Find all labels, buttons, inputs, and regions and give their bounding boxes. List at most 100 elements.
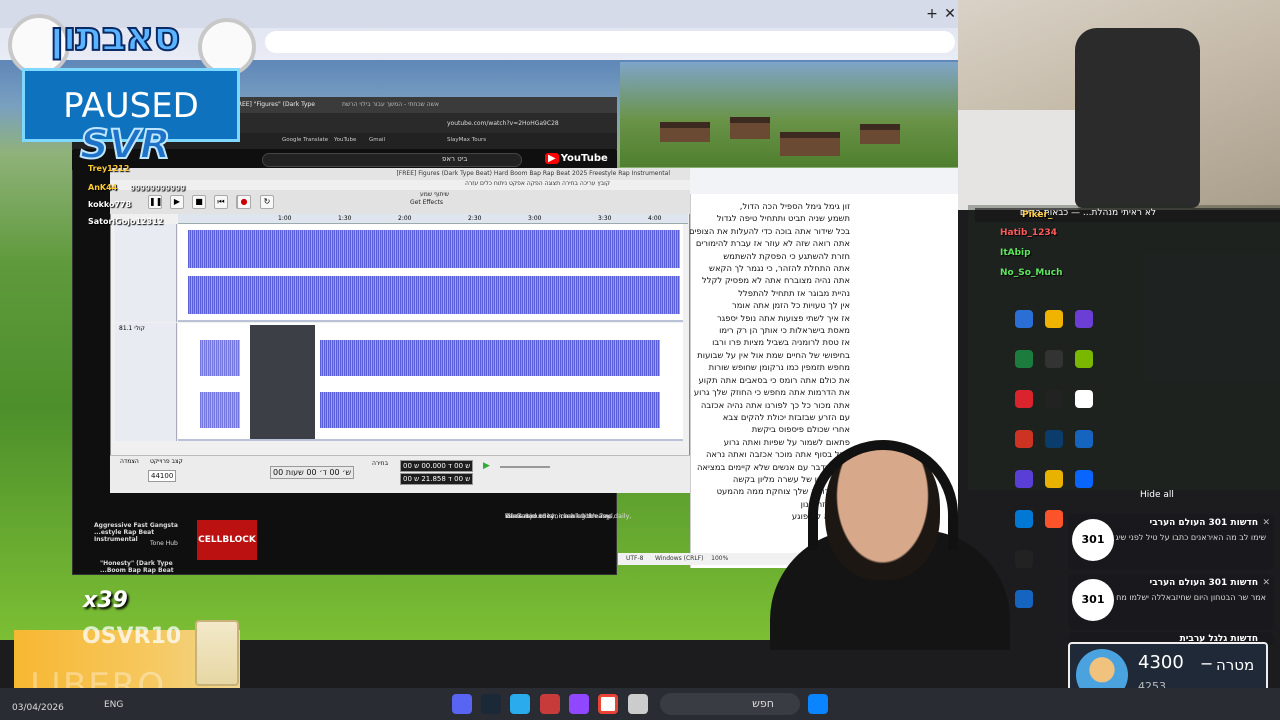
- photoshop-icon[interactable]: [1045, 430, 1063, 448]
- track-2-clip-a-r: [200, 392, 240, 428]
- taskbar-date: 03/04/2026: [12, 703, 64, 713]
- selection-start[interactable]: 00 ש 00 ד 00.000 ש: [400, 460, 474, 472]
- perfume-bottle: [195, 620, 239, 686]
- app-icon[interactable]: [1015, 550, 1033, 568]
- subathon-logo: סאבתון: [49, 13, 181, 61]
- speed-slider[interactable]: [500, 466, 550, 468]
- bookmark-gmail[interactable]: Gmail: [369, 137, 385, 143]
- close-window-icon[interactable]: ✕: [940, 4, 960, 24]
- project-rate-select[interactable]: 44100: [148, 470, 177, 482]
- snap-label: הצמדה: [120, 458, 139, 465]
- app-icon[interactable]: [1075, 430, 1093, 448]
- promo-code: OSVR10: [82, 624, 182, 649]
- chat-message: ggggggggggg: [130, 183, 186, 191]
- pause-button[interactable]: ❚❚: [148, 195, 162, 209]
- app-icon[interactable]: [1045, 350, 1063, 368]
- selection-label: בחירה: [372, 460, 389, 467]
- discord-icon[interactable]: [452, 694, 472, 714]
- track-1-wave-left: [188, 230, 680, 268]
- close-icon[interactable]: ✕: [1262, 518, 1270, 528]
- language-indicator[interactable]: ENG: [104, 700, 123, 710]
- chrome-icon[interactable]: [1075, 390, 1093, 408]
- address-bar[interactable]: [265, 31, 955, 53]
- audacity-menubar[interactable]: קובץ עריכה בחירה תצוגה הפקה אפקט ניתוח כ…: [110, 180, 690, 190]
- lyric-line: From zero to tani, ma b9itch 7ayl,: [505, 512, 615, 520]
- record-button[interactable]: ●: [237, 195, 251, 209]
- track-1-wave-right: [188, 276, 680, 314]
- app-icon[interactable]: [1015, 510, 1033, 528]
- meta-icon[interactable]: [1075, 470, 1093, 488]
- loop-button[interactable]: ↻: [260, 195, 274, 209]
- yt-url[interactable]: youtube.com/watch?v=2HoHGa9C28: [447, 120, 559, 127]
- chat-user: Hatib_1234: [1000, 228, 1057, 238]
- time-display[interactable]: 00 ש׳ 00 ד׳ 00 שעות: [270, 466, 355, 479]
- skip-start-button[interactable]: ⏮: [214, 195, 228, 209]
- news-301-logo: 301: [1072, 519, 1114, 561]
- app-icon[interactable]: [1045, 470, 1063, 488]
- track-1-header[interactable]: [115, 224, 177, 322]
- webcam-bed: [958, 110, 1078, 210]
- chrome-icon[interactable]: [598, 694, 618, 714]
- yt-tab-1[interactable]: [FREE] "Figures" (Dark Type: [232, 101, 315, 108]
- notification-body: שימו לב מה האיראנים כתבו על טיל לפני שיג…: [1116, 533, 1266, 542]
- get-effects-button[interactable]: Get Effects: [410, 199, 443, 206]
- nvidia-icon[interactable]: [1075, 350, 1093, 368]
- yt-related-1-channel: Tone Hub: [150, 540, 178, 547]
- multiplier-badge: x39: [83, 588, 128, 613]
- github-icon[interactable]: [1045, 390, 1063, 408]
- app-icon[interactable]: [1045, 310, 1063, 328]
- chat-user: ItAbip: [1000, 248, 1031, 258]
- share-audio-button[interactable]: שיתוף שמע: [420, 191, 449, 198]
- audacity-title: [FREE] Figures (Dark Type Beat) Hard Boo…: [110, 168, 690, 180]
- track-2-clip-b-r: [320, 392, 660, 428]
- notification-card[interactable]: 301 חדשות 301 העולם הערבי שימו לב מה האי…: [1068, 514, 1274, 570]
- notification-card[interactable]: 301 חדשות 301 העולם הערבי אמר שר הבטחון …: [1068, 574, 1274, 630]
- app-icon[interactable]: [1015, 590, 1033, 608]
- app-icon[interactable]: [1015, 430, 1033, 448]
- track-2-clip-b-l: [320, 340, 660, 376]
- notepad-toolbar: [690, 168, 958, 194]
- stop-button[interactable]: ■: [192, 195, 206, 209]
- app-icon[interactable]: [1015, 310, 1033, 328]
- steam-icon[interactable]: [481, 694, 501, 714]
- track-2-header[interactable]: 81.1 קולי: [115, 323, 177, 441]
- close-icon[interactable]: ✕: [1262, 578, 1270, 588]
- acrobat-icon[interactable]: [1015, 390, 1033, 408]
- telegram-icon[interactable]: [510, 694, 530, 714]
- taskbar-search[interactable]: חפש: [660, 693, 800, 715]
- goal-label: מטרה: [1216, 656, 1255, 674]
- brave-icon[interactable]: [1045, 510, 1063, 528]
- file-explorer-icon[interactable]: [628, 694, 648, 714]
- youtube-logo[interactable]: ▶ YouTube: [545, 153, 608, 164]
- notification-body: אמר שר הבטחון היום שחיזבאללה ישלמו מחיר …: [1116, 593, 1266, 602]
- yt-search-input[interactable]: ביט ראפ: [442, 155, 467, 163]
- notification-title: חדשות 301 העולם הערבי: [1149, 578, 1258, 588]
- news-301-logo: 301: [1072, 579, 1114, 621]
- app-icon[interactable]: [1075, 310, 1093, 328]
- chat-user: kokko778: [88, 200, 132, 209]
- hide-all-button[interactable]: Hide all: [1140, 490, 1174, 500]
- windows-start-icon[interactable]: [808, 694, 828, 714]
- bookmark-translate[interactable]: Google Translate: [282, 137, 328, 143]
- yt-related-2[interactable]: "Honesty" (Dark Type ...Boom Bap Rap Bea…: [100, 560, 190, 574]
- goal-separator: −: [1200, 654, 1214, 673]
- notification-title: חדשות 301 העולם הערבי: [1149, 518, 1258, 528]
- app-icon[interactable]: [540, 694, 560, 714]
- yt-thumbnail-cellblock[interactable]: CELLBLOCK: [197, 520, 257, 560]
- new-tab-button[interactable]: +: [922, 4, 942, 24]
- app-icon[interactable]: [1015, 470, 1033, 488]
- play-at-speed-icon[interactable]: ▶: [483, 461, 490, 471]
- bookmark-youtube[interactable]: YouTube: [334, 137, 356, 143]
- app-icon[interactable]: [1015, 350, 1033, 368]
- timeline-ruler[interactable]: 1:00 1:30 2:00 2:30 3:00 3:30 4:00: [178, 214, 688, 224]
- yt-tab-2[interactable]: אשה שכחתי - המשך עבור בילוי הרשת: [342, 101, 439, 108]
- play-button[interactable]: ▶: [170, 195, 184, 209]
- selected-region[interactable]: [250, 325, 315, 439]
- audacity-selection-bar: הצמדה קצב פרוייקט 44100 00 ש׳ 00 ד׳ 00 ש…: [110, 455, 690, 493]
- village-hills: [620, 62, 958, 167]
- twitch-icon[interactable]: [569, 694, 589, 714]
- bookmark-slaymax[interactable]: SlayMax Tours: [447, 137, 486, 143]
- chat-user: No_So_Much: [1000, 268, 1063, 278]
- selection-end[interactable]: 00 ש 00 ד 21.858 ש: [400, 473, 474, 485]
- chat-user: Piker_: [1022, 210, 1053, 220]
